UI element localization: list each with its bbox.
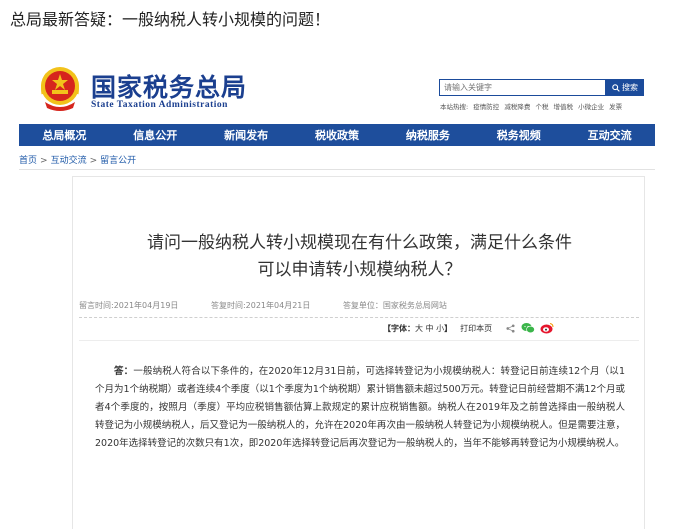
- font-size-close: 】: [444, 323, 453, 333]
- font-large-button[interactable]: 大: [415, 323, 423, 334]
- font-size-label: 【字体：: [383, 323, 415, 333]
- main-nav: 总局概况 信息公开 新闻发布 税收政策 纳税服务 税务视频 互动交流: [19, 124, 655, 146]
- nav-item-disclosure[interactable]: 信息公开: [110, 124, 201, 146]
- nav-item-overview[interactable]: 总局概况: [19, 124, 110, 146]
- hot-search-term[interactable]: 小微企业: [578, 103, 604, 111]
- answer-department: 答复单位：国家税务总局网站: [342, 301, 447, 310]
- question-card: 请问一般纳税人转小规模现在有什么政策，满足什么条件 可以申请转小规模纳税人？ 留…: [72, 176, 645, 529]
- search-icon: [612, 83, 620, 92]
- nav-item-service[interactable]: 纳税服务: [382, 124, 473, 146]
- hot-search-term[interactable]: 发票: [609, 103, 622, 111]
- print-button[interactable]: 打印本页: [460, 323, 492, 334]
- site-logo-en: State Taxation Administration: [91, 100, 228, 110]
- wechat-icon[interactable]: [521, 322, 535, 334]
- tools-divider: [79, 340, 639, 341]
- posted-time: 留言时间:2021年04月19日: [79, 301, 179, 310]
- search-button[interactable]: 搜索: [606, 79, 644, 96]
- breadcrumb-separator: >: [89, 156, 98, 166]
- screenshot-frame: 国家税务总局 State Taxation Administration 搜索 …: [19, 52, 655, 529]
- hot-search: 本站热搜: 疫情防控 减税降费 个税 增值税 小微企业 发票: [440, 101, 625, 111]
- hot-search-term[interactable]: 减税降费: [504, 103, 530, 111]
- answer-text: 答：一般纳税人符合以下条件的，在2020年12月31日前，可选择转登记为小规模纳…: [95, 363, 625, 453]
- hot-search-term[interactable]: 个税: [535, 103, 548, 111]
- share-icon[interactable]: [506, 323, 515, 333]
- breadcrumb: 首页 > 互动交流 > 留言公开: [19, 153, 136, 166]
- breadcrumb-separator: >: [40, 156, 48, 166]
- meta-divider: [79, 317, 639, 318]
- question-title-line1: 请问一般纳税人转小规模现在有什么政策，满足什么条件: [147, 233, 572, 253]
- answer-body: 一般纳税人符合以下条件的，在2020年12月31日前，可选择转登记为小规模纳税人…: [95, 366, 625, 449]
- breadcrumb-divider: [19, 169, 655, 170]
- answer-lead: 答：: [114, 366, 134, 377]
- answered-time: 答复时间:2021年04月21日: [210, 301, 311, 310]
- hot-search-term[interactable]: 疫情防控: [473, 103, 499, 111]
- hot-search-label: 本站热搜:: [440, 103, 469, 111]
- question-title-line2: 可以申请转小规模纳税人？: [257, 260, 462, 280]
- hot-search-term[interactable]: 增值税: [554, 103, 574, 111]
- search-input[interactable]: [439, 79, 606, 96]
- font-small-button[interactable]: 小: [436, 323, 444, 334]
- nav-item-interaction[interactable]: 互动交流: [564, 124, 655, 146]
- breadcrumb-home[interactable]: 首页: [19, 156, 37, 166]
- article-tools: 【字体： 大 中 小 】 打印本页: [383, 322, 554, 334]
- question-meta: 留言时间:2021年04月19日 答复时间:2021年04月21日 答复单位：国…: [79, 300, 477, 311]
- national-emblem-icon[interactable]: [37, 64, 83, 112]
- nav-item-news[interactable]: 新闻发布: [201, 124, 292, 146]
- nav-item-policy[interactable]: 税收政策: [292, 124, 383, 146]
- breadcrumb-interaction[interactable]: 互动交流: [51, 156, 87, 166]
- nav-item-video[interactable]: 税务视频: [473, 124, 564, 146]
- question-title: 请问一般纳税人转小规模现在有什么政策，满足什么条件 可以申请转小规模纳税人？: [73, 230, 646, 284]
- breadcrumb-messages[interactable]: 留言公开: [100, 156, 136, 166]
- search-button-label: 搜索: [622, 83, 638, 92]
- article-title: 总局最新答疑：一般纳税人转小规模的问题！: [10, 10, 331, 29]
- site-header: 国家税务总局 State Taxation Administration 搜索 …: [19, 52, 655, 122]
- font-medium-button[interactable]: 中: [426, 323, 434, 334]
- weibo-icon[interactable]: [540, 322, 554, 334]
- site-logo-cn[interactable]: 国家税务总局: [91, 68, 247, 104]
